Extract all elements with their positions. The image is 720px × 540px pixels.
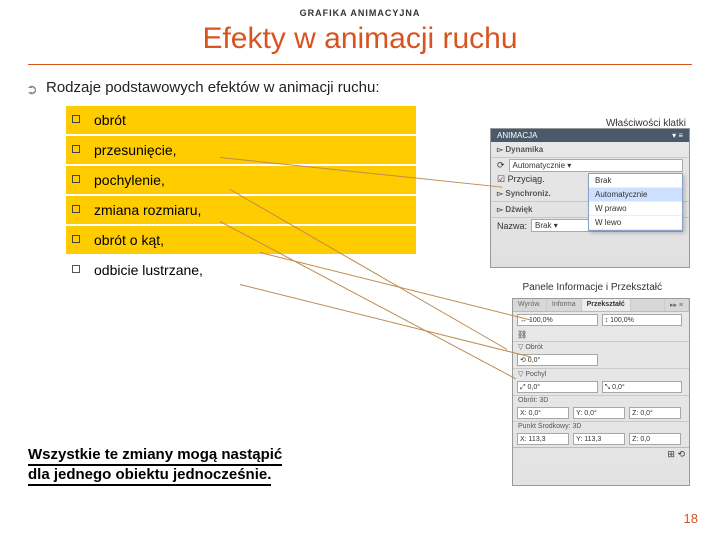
title-underline <box>28 64 692 65</box>
skew-x-field: ⤢ 0,0° <box>517 381 598 393</box>
square-bullet-icon <box>72 235 80 243</box>
list-item-label: obrót o kąt, <box>94 232 164 248</box>
lead-text: ➲ Rodzaje podstawowych efektów w animacj… <box>28 79 692 96</box>
rotation-dropdown[interactable]: Automatycznie ▾ <box>509 159 683 172</box>
rot3d-z-input[interactable]: Z: 0,0° <box>629 407 681 419</box>
rotation-section-label: ▽ Obrót <box>513 341 689 352</box>
rotation-3d-label: Obrót: 3D <box>513 395 689 405</box>
menu-item[interactable]: W lewo <box>589 216 682 230</box>
list-item: pochylenie, <box>66 166 416 194</box>
panel-tabs: Wyrów. Informa Przekształć ▸▸ ≡ <box>513 299 689 312</box>
scale-y-input[interactable]: ↕ 100,0% <box>602 314 683 326</box>
square-bullet-icon <box>72 175 80 183</box>
square-bullet-icon <box>72 115 80 123</box>
conclusion-text: Wszystkie te zmiany mogą nastąpić dla je… <box>28 445 398 484</box>
skew-group: ⤢ 0,0° ⤡ 0,0° <box>513 379 689 395</box>
transform-panel: Wyrów. Informa Przekształć ▸▸ ≡ ↔ 100,0%… <box>512 298 690 486</box>
skew-section-label: ▽ Pochyl <box>513 368 689 379</box>
scale-y-field: ↕ 100,0% <box>602 314 683 326</box>
rotation-row: ⟳ Automatycznie ▾ <box>491 158 689 173</box>
center-3d-group: X: 113,3 Y: 113,3 Z: 0,0 <box>513 431 689 447</box>
section-header: GRAFIKA ANIMACYJNA <box>0 0 720 18</box>
menu-item[interactable]: Brak <box>589 174 682 188</box>
list-item-label: obrót <box>94 112 126 128</box>
square-bullet-icon <box>72 265 80 273</box>
conclusion-line-1: Wszystkie te zmiany mogą nastąpić <box>28 446 282 466</box>
panel-tab[interactable]: ANIMACJA <box>497 131 537 140</box>
center-z-field: Z: 0,0 <box>629 433 681 445</box>
menu-item[interactable]: W prawo <box>589 202 682 216</box>
rot3d-z-field: Z: 0,0° <box>629 407 681 419</box>
tab-info[interactable]: Informa <box>547 299 582 311</box>
center-x-field: X: 113,3 <box>517 433 569 445</box>
square-bullet-icon <box>72 145 80 153</box>
rot3d-y-field: Y: 0,0° <box>573 407 625 419</box>
center-z-input[interactable]: Z: 0,0 <box>629 433 681 445</box>
rotation-group: ⟲ 0,0° <box>513 352 689 368</box>
center-y-field: Y: 113,3 <box>573 433 625 445</box>
lead-label: Rodzaje podstawowych efektów w animacji … <box>46 79 380 96</box>
tab-align[interactable]: Wyrów. <box>513 299 547 311</box>
center-x-input[interactable]: X: 113,3 <box>517 433 569 445</box>
list-item-label: zmiana rozmiaru, <box>94 202 201 218</box>
list-item: odbicie lustrzane, <box>66 256 416 284</box>
skew-y-input[interactable]: ⤡ 0,0° <box>602 381 683 393</box>
menu-item[interactable]: Automatycznie <box>589 188 682 202</box>
rot3d-x-input[interactable]: X: 0,0° <box>517 407 569 419</box>
list-item-label: przesunięcie, <box>94 142 177 158</box>
panel-footer: ⊞ ⟲ <box>513 447 689 461</box>
callout-label-panels: Panele Informacje i Przekształć <box>522 282 662 293</box>
center-3d-label: Punkt Środkowy: 3D <box>513 421 689 431</box>
square-bullet-icon <box>72 205 80 213</box>
reset-icon[interactable]: ⊞ ⟲ <box>667 449 685 459</box>
link-icon[interactable]: ⛓ <box>517 330 527 339</box>
frame-properties-panel: ANIMACJA ▾ ≡ ▻ Dynamika ⟳ Automatycznie … <box>490 128 690 268</box>
list-item-label: odbicie lustrzane, <box>94 262 203 278</box>
slide-title: Efekty w animacji ruchu <box>0 18 720 64</box>
list-item: zmiana rozmiaru, <box>66 196 416 224</box>
list-item: obrót <box>66 106 416 134</box>
panel-header: ANIMACJA ▾ ≡ <box>491 129 689 142</box>
skew-y-field: ⤡ 0,0° <box>602 381 683 393</box>
list-item: obrót o kąt, <box>66 226 416 254</box>
bullet-arrow-icon: ➲ <box>26 81 38 98</box>
center-y-input[interactable]: Y: 113,3 <box>573 433 625 445</box>
snap-checkbox[interactable]: ☑ Przyciąg. <box>497 174 545 185</box>
conclusion-line-2: dla jednego obiektu jednocześnie. <box>28 466 271 486</box>
page-number: 18 <box>684 511 698 526</box>
section-dynamics[interactable]: ▻ Dynamika <box>491 142 689 158</box>
rot3d-y-input[interactable]: Y: 0,0° <box>573 407 625 419</box>
rotation-3d-group: X: 0,0° Y: 0,0° Z: 0,0° <box>513 405 689 421</box>
tab-transform[interactable]: Przekształć <box>582 299 631 311</box>
scale-group: ↔ 100,0% ↕ 100,0% ⛓ <box>513 312 689 341</box>
rotation-dropdown-menu: Brak Automatycznie W prawo W lewo <box>588 173 683 231</box>
name-label: Nazwa: <box>497 221 527 231</box>
list-item-label: pochylenie, <box>94 172 165 188</box>
panel-menu-icon[interactable]: ▸▸ ≡ <box>665 299 689 311</box>
leader-line <box>240 284 531 358</box>
skew-x-input[interactable]: ⤢ 0,0° <box>517 381 598 393</box>
rot3d-x-field: X: 0,0° <box>517 407 569 419</box>
panel-menu-icon[interactable]: ▾ ≡ <box>672 131 683 140</box>
rotation-icon: ⟳ <box>497 160 505 171</box>
